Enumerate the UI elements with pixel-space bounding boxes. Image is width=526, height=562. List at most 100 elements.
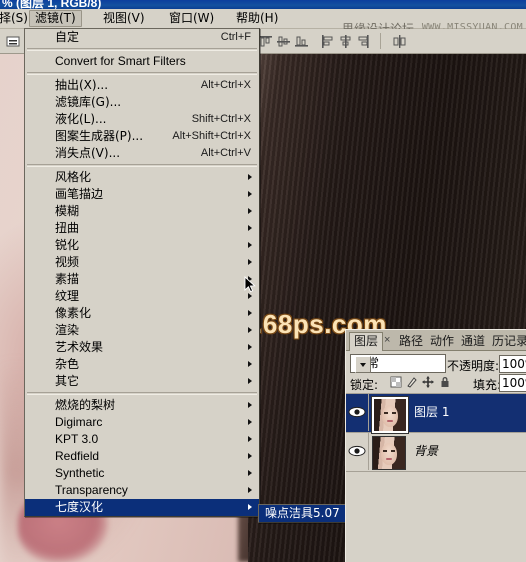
title-bar-text: % (图层 1, RGB/8) [2, 0, 102, 9]
tab-paths[interactable]: 路径 [395, 333, 427, 350]
menu-row-custom[interactable]: 自定 Ctrl+F [25, 29, 259, 46]
menu-row-label: 纹理 [55, 289, 80, 303]
opacity-input[interactable]: 100% [499, 355, 526, 373]
menu-row-label: 素描 [55, 272, 80, 286]
filter-dropdown-menu[interactable]: 自定 Ctrl+F Convert for Smart Filters 抽出(X… [24, 28, 260, 517]
menu-row-digimarc[interactable]: Digimarc [25, 414, 259, 431]
menu-separator [27, 164, 257, 167]
menu-row-accel: Alt+Ctrl+X [200, 79, 251, 91]
menu-row-redfield[interactable]: Redfield [25, 448, 259, 465]
palette-tab-strip: 图层 × 路径 动作 通道 历记录 [346, 330, 526, 351]
tab-history[interactable]: 历记录 [488, 333, 526, 350]
menu-separator [27, 392, 257, 395]
menu-row-artistic[interactable]: 艺术效果 [25, 339, 259, 356]
distribute-icon[interactable] [392, 34, 407, 49]
menu-row-distort[interactable]: 扭曲 [25, 220, 259, 237]
lock-transparent-pixels-icon[interactable] [390, 376, 405, 391]
submenu-arrow-icon [248, 174, 252, 180]
align-right-edges-icon[interactable] [356, 34, 371, 49]
menu-row-blur[interactable]: 模糊 [25, 203, 259, 220]
menu-row-label: 渲染 [55, 323, 80, 337]
layer-name[interactable]: 背景 [414, 433, 438, 470]
layer-thumbnail[interactable] [372, 436, 406, 470]
menu-row-stylize[interactable]: 风格化 [25, 169, 259, 186]
submenu-arrow-icon [248, 225, 252, 231]
menu-row-label: Redfield [55, 449, 100, 463]
align-top-edges-icon[interactable] [258, 34, 273, 49]
fill-label: 填充: [473, 378, 502, 392]
tab-actions[interactable]: 动作 [426, 333, 458, 350]
layers-palette: 图层 × 路径 动作 通道 历记录 正常 不透明度: 100% 锁定: [345, 329, 526, 562]
menu-row-sharpen[interactable]: 锐化 [25, 237, 259, 254]
menu-row-synthetic[interactable]: Synthetic [25, 465, 259, 482]
submenu-arrow-icon [248, 436, 252, 442]
menu-row-label: 风格化 [55, 170, 92, 184]
menu-row-burning-pear-tree[interactable]: 燃烧的梨树 [25, 397, 259, 414]
menu-row-label: 锐化 [55, 238, 80, 252]
menu-row-liquify[interactable]: 液化(L)... Shift+Ctrl+X [25, 111, 259, 128]
layer-thumbnail[interactable] [371, 396, 409, 434]
menu-item-filter[interactable]: 滤镜(T) [29, 10, 82, 27]
menu-row-noise[interactable]: 杂色 [25, 356, 259, 373]
menu-row-convert-smart-filters[interactable]: Convert for Smart Filters [25, 53, 259, 70]
menu-row-accel: Shift+Ctrl+X [191, 113, 251, 125]
menu-item-help[interactable]: 帮助(H) [231, 10, 283, 27]
menu-row-label: 消失点(V)... [55, 146, 121, 160]
align-bottom-edges-icon[interactable] [294, 34, 309, 49]
lock-all-icon[interactable] [439, 376, 454, 391]
layer-visibility-toggle[interactable] [346, 394, 369, 431]
submenu-arrow-icon [248, 344, 252, 350]
lock-label: 锁定: [350, 378, 379, 392]
align-horizontal-centers-icon[interactable] [338, 34, 353, 49]
submenu-arrow-icon [248, 259, 252, 265]
menu-item-window[interactable]: 窗口(W) [164, 10, 219, 27]
blend-mode-select[interactable]: 正常 [350, 354, 446, 373]
lock-position-icon[interactable] [422, 376, 437, 391]
menu-row-label: 像素化 [55, 306, 92, 320]
menu-row-label: 燃烧的梨树 [55, 398, 116, 412]
menu-row-extract[interactable]: 抽出(X)... Alt+Ctrl+X [25, 77, 259, 94]
submenu-arrow-icon [248, 453, 252, 459]
menu-row-pixelate[interactable]: 像素化 [25, 305, 259, 322]
menu-row-video[interactable]: 视频 [25, 254, 259, 271]
menu-row-qidu-hanhua[interactable]: 七度汉化 [25, 499, 259, 516]
menu-row-kpt3[interactable]: KPT 3.0 [25, 431, 259, 448]
menu-row-label: 液化(L)... [55, 112, 107, 126]
menu-row-accel: Alt+Shift+Ctrl+X [172, 130, 251, 142]
submenu-arrow-icon [248, 191, 252, 197]
menu-row-brush-strokes[interactable]: 画笔描边 [25, 186, 259, 203]
table-row[interactable]: 背景 [346, 433, 526, 472]
chevron-down-icon[interactable] [355, 356, 371, 373]
submenu-arrow-icon [248, 402, 252, 408]
submenu-arrow-icon [248, 327, 252, 333]
menu-row-label: 其它 [55, 374, 80, 388]
menu-row-label: 杂色 [55, 357, 80, 371]
menu-row-other[interactable]: 其它 [25, 373, 259, 390]
menu-row-sketch[interactable]: 素描 [25, 271, 259, 288]
blend-opacity-row: 正常 不透明度: 100% [346, 351, 526, 373]
align-vertical-centers-icon[interactable] [276, 34, 291, 49]
menu-row-pattern-maker[interactable]: 图案生成器(P)... Alt+Shift+Ctrl+X [25, 128, 259, 145]
menu-row-filter-gallery[interactable]: 滤镜库(G)... [25, 94, 259, 111]
menu-row-texture[interactable]: 纹理 [25, 288, 259, 305]
submenu-arrow-icon [248, 470, 252, 476]
fill-input[interactable]: 100% [499, 374, 526, 392]
menu-row-vanishing-point[interactable]: 消失点(V)... Alt+Ctrl+V [25, 145, 259, 162]
close-icon[interactable]: × [384, 334, 390, 346]
tab-layers[interactable]: 图层 [349, 332, 384, 351]
tab-channels[interactable]: 通道 [457, 333, 489, 350]
tool-preset-icon[interactable] [6, 34, 21, 49]
layer-name[interactable]: 图层 1 [414, 394, 449, 431]
menu-row-label: 模糊 [55, 204, 80, 218]
layer-visibility-toggle[interactable] [346, 433, 369, 470]
lock-image-pixels-icon[interactable] [406, 376, 421, 391]
menu-item-view[interactable]: 视图(V) [98, 10, 150, 27]
menu-row-transparency[interactable]: Transparency [25, 482, 259, 499]
menu-row-label: KPT 3.0 [55, 432, 99, 446]
submenu-arrow-icon [248, 208, 252, 214]
table-row[interactable]: 图层 1 [346, 394, 526, 434]
menu-row-render[interactable]: 渲染 [25, 322, 259, 339]
align-left-edges-icon[interactable] [320, 34, 335, 49]
menu-row-label: 扭曲 [55, 221, 80, 235]
menu-row-label: Synthetic [55, 466, 105, 480]
